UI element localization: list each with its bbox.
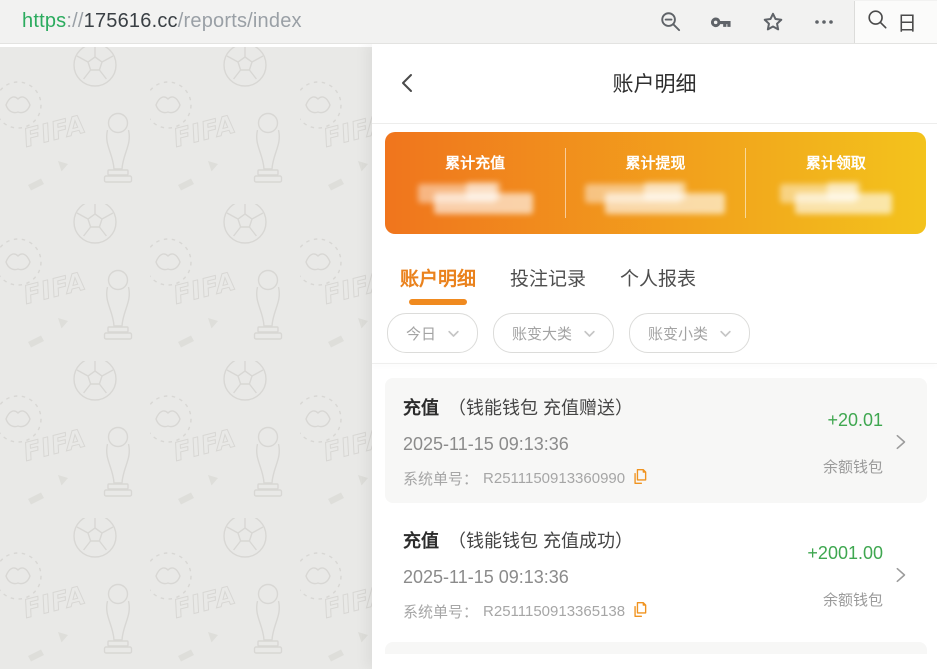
- account-panel: 账户明细 累计充值 累计提现 累计领取 账户明细 投注记录 个人报表: [372, 43, 937, 669]
- tab-personal-report[interactable]: 个人报表: [620, 264, 696, 305]
- filter-label: 账变大类: [512, 323, 572, 344]
- chevron-down-icon: [582, 326, 597, 341]
- transaction-type: 充值: [403, 398, 439, 418]
- transaction-amount: +2001.00: [757, 543, 883, 564]
- divider: [745, 148, 746, 218]
- order-label: 系统单号：: [403, 468, 478, 489]
- search-icon: [866, 8, 888, 35]
- summary-label: 累计提现: [565, 152, 745, 173]
- summary-total-withdraw: 累计提现: [565, 132, 745, 214]
- summary-label: 累计领取: [746, 152, 926, 173]
- redacted-value: [585, 182, 725, 214]
- back-button[interactable]: [396, 71, 420, 95]
- filter-major-category-dropdown[interactable]: 账变大类: [493, 313, 614, 353]
- chevron-down-icon: [446, 326, 461, 341]
- summary-total-claim: 累计领取: [746, 132, 926, 214]
- transaction-row-partial[interactable]: [385, 642, 927, 654]
- divider: [372, 363, 937, 364]
- toolbar-icons: [659, 9, 854, 34]
- url-scheme: https: [22, 10, 66, 32]
- transaction-type: 充值: [403, 531, 439, 551]
- summary-total-deposit: 累计充值: [385, 132, 565, 214]
- more-icon[interactable]: [812, 10, 836, 34]
- url-domain: 175616.cc: [84, 10, 178, 32]
- transaction-order-row: 系统单号： R2511150913360990: [403, 468, 757, 489]
- screen: https://175616.cc/reports/index 日: [0, 0, 937, 669]
- chevron-right-icon[interactable]: [883, 394, 917, 489]
- transaction-order-row: 系统单号： R2511150913365138: [403, 601, 757, 622]
- browser-toolbar: https://175616.cc/reports/index 日: [0, 0, 937, 44]
- filter-label: 账变小类: [648, 323, 708, 344]
- transaction-wallet: 余额钱包: [757, 456, 883, 477]
- copy-icon[interactable]: [632, 468, 647, 489]
- transaction-wallet: 余额钱包: [757, 589, 883, 610]
- filter-minor-category-dropdown[interactable]: 账变小类: [629, 313, 750, 353]
- transaction-title: 充值 （钱能钱包 充值赠送）: [403, 394, 757, 420]
- transaction-info: 充值 （钱能钱包 充值赠送） 2025-11-15 09:13:36 系统单号： R…: [403, 394, 757, 489]
- transaction-row[interactable]: 充值 （钱能钱包 充值成功） 2025-11-15 09:13:36 系统单号： R…: [385, 511, 927, 636]
- order-label: 系统单号：: [403, 601, 478, 622]
- copy-icon[interactable]: [632, 601, 647, 622]
- filter-bar: 今日 账变大类 账变小类: [372, 313, 937, 353]
- find-input-text: 日: [897, 7, 917, 36]
- tab-bet-records[interactable]: 投注记录: [510, 264, 586, 305]
- transaction-row[interactable]: 充值 （钱能钱包 充值赠送） 2025-11-15 09:13:36 系统单号： R…: [385, 378, 927, 503]
- filter-date-dropdown[interactable]: 今日: [387, 313, 478, 353]
- transaction-amount-col: +2001.00 余额钱包: [757, 527, 883, 622]
- chevron-down-icon: [718, 326, 733, 341]
- transaction-info: 充值 （钱能钱包 充值成功） 2025-11-15 09:13:36 系统单号： R…: [403, 527, 757, 622]
- address-bar[interactable]: https://175616.cc/reports/index: [22, 10, 302, 33]
- transaction-detail: （钱能钱包 充值成功）: [448, 531, 633, 551]
- tab-account-detail[interactable]: 账户明细: [400, 264, 476, 305]
- transaction-amount-col: +20.01 余额钱包: [757, 394, 883, 489]
- url-separator: ://: [66, 10, 83, 32]
- panel-header: 账户明细: [372, 43, 937, 124]
- page-title: 账户明细: [613, 68, 697, 98]
- transaction-detail: （钱能钱包 充值赠送）: [448, 398, 633, 418]
- tab-bar: 账户明细 投注记录 个人报表: [372, 264, 937, 305]
- transaction-list: 充值 （钱能钱包 充值赠送） 2025-11-15 09:13:36 系统单号： R…: [372, 378, 937, 654]
- filter-label: 今日: [406, 323, 436, 344]
- order-number: R2511150913365138: [483, 603, 625, 620]
- key-icon[interactable]: [709, 9, 734, 34]
- redacted-value: [418, 182, 533, 214]
- redacted-value: [780, 182, 892, 214]
- find-in-page-box[interactable]: 日: [854, 1, 937, 43]
- transaction-title: 充值 （钱能钱包 充值成功）: [403, 527, 757, 553]
- summary-card: 累计充值 累计提现 累计领取: [385, 132, 926, 234]
- transaction-amount: +20.01: [757, 410, 883, 431]
- order-number: R2511150913360990: [483, 470, 625, 487]
- chevron-right-icon[interactable]: [883, 527, 917, 622]
- url-path: /reports/index: [178, 10, 302, 32]
- star-icon[interactable]: [761, 10, 785, 34]
- summary-label: 累计充值: [385, 152, 565, 173]
- zoom-out-icon[interactable]: [659, 10, 682, 33]
- transaction-datetime: 2025-11-15 09:13:36: [403, 567, 757, 588]
- transaction-datetime: 2025-11-15 09:13:36: [403, 434, 757, 455]
- divider: [565, 148, 566, 218]
